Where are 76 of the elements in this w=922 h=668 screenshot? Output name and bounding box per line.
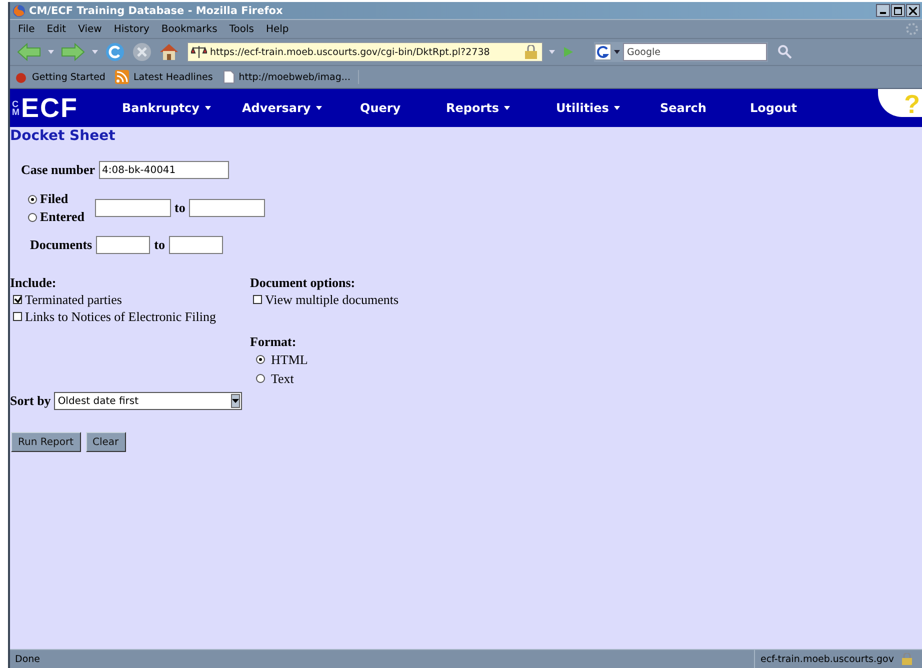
close-button[interactable] [906, 4, 920, 17]
nav-menu-item[interactable]: Logout [750, 101, 798, 115]
search-icon[interactable] [777, 44, 793, 60]
radio-button[interactable] [28, 212, 37, 222]
radio-button[interactable] [256, 355, 265, 364]
date-to-field[interactable] [189, 199, 266, 217]
stop-icon[interactable] [131, 41, 153, 63]
radio-option[interactable]: Filed [28, 190, 85, 208]
page-title: Docket Sheet [10, 127, 116, 144]
section-label: Document options: [250, 275, 356, 291]
run-report-button[interactable]: Run Report [11, 432, 81, 452]
minimize-button[interactable] [876, 4, 890, 17]
status-host: ecf-train.moeb.uscourts.gov [754, 650, 922, 668]
field-label: Documents [30, 237, 92, 253]
case-number-field[interactable]: 4:08-bk-40041 [99, 161, 230, 179]
throbber-icon [905, 22, 919, 36]
search-field[interactable]: Google [623, 43, 767, 61]
page-icon [222, 70, 235, 84]
document-to-field[interactable] [168, 236, 223, 254]
bookmark-link[interactable]: Latest Headlines [115, 70, 221, 84]
browser-logo-icon [12, 4, 26, 18]
nav-menu-item[interactable]: Bankruptcy [122, 101, 242, 115]
bookmark-icon [14, 70, 28, 84]
bookmark-link[interactable]: http://moebweb/imag... [222, 70, 360, 84]
menu-item[interactable]: File [12, 24, 41, 34]
to-label: to [174, 200, 186, 216]
section-label: Include: [10, 275, 58, 291]
padlock-icon [900, 653, 914, 665]
clear-button[interactable]: Clear [86, 432, 126, 452]
search-engine-icon[interactable] [595, 44, 611, 60]
scales-icon [191, 45, 207, 59]
nav-menu-item[interactable]: Adversary [242, 101, 360, 115]
address-field[interactable]: https://ecf-train.moeb.uscourts.gov/cgi-bin/DktRpt.pl?2738 [187, 42, 543, 62]
nav-menu-item[interactable]: Utilities [556, 101, 660, 115]
field-label: Case number [21, 162, 96, 178]
radio-button[interactable] [28, 194, 37, 204]
nav-menu-item[interactable]: Query [360, 101, 446, 115]
checkbox-option[interactable]: Links to Notices of Electronic Filing [13, 308, 250, 325]
menu-item[interactable]: History [108, 24, 156, 34]
menu-item[interactable]: Tools [223, 24, 260, 34]
status-text: Done [14, 654, 41, 664]
field-label: Sort by [10, 393, 51, 409]
section-label: Format: [250, 334, 298, 350]
logo: ECF [21, 92, 78, 124]
window-title: CM/ECF Training Database - Mozilla Firefox [29, 4, 284, 16]
date-from-field[interactable] [94, 199, 171, 217]
nav-menu-item[interactable]: Reports [446, 101, 556, 115]
bookmark-link[interactable]: Getting Started [14, 70, 114, 84]
radio-option[interactable]: Text [256, 369, 399, 388]
radio-option[interactable]: Entered [28, 208, 85, 226]
checkbox[interactable] [13, 312, 22, 321]
menu-item[interactable]: View [72, 24, 108, 34]
radio-button[interactable] [256, 374, 265, 383]
sort-dropdown[interactable]: Oldest date first [54, 392, 242, 410]
caret-icon[interactable] [613, 49, 621, 55]
reload-icon[interactable] [104, 41, 126, 63]
to-label: to [154, 237, 165, 253]
checkbox-option[interactable]: Terminated parties [13, 291, 250, 308]
caret-icon [232, 398, 239, 404]
feed-icon [115, 70, 130, 84]
maximize-icon [894, 6, 902, 14]
close-icon [909, 6, 917, 14]
menu-item[interactable]: Help [260, 24, 295, 34]
document-from-field[interactable] [96, 236, 150, 254]
checkbox[interactable] [13, 295, 22, 304]
minimize-icon [880, 12, 886, 14]
radio-option[interactable]: HTML [256, 350, 399, 369]
logo-side-text: CM [12, 100, 20, 116]
nav-menu-item[interactable]: Search [660, 101, 750, 115]
menu-item[interactable]: Bookmarks [155, 24, 224, 34]
maximize-button[interactable] [891, 4, 905, 17]
checkbox-option[interactable]: View multiple documents [253, 291, 399, 308]
home-icon[interactable] [158, 41, 180, 63]
checkbox[interactable] [253, 295, 262, 304]
menu-item[interactable]: Edit [40, 24, 72, 34]
padlock-icon [523, 45, 539, 59]
